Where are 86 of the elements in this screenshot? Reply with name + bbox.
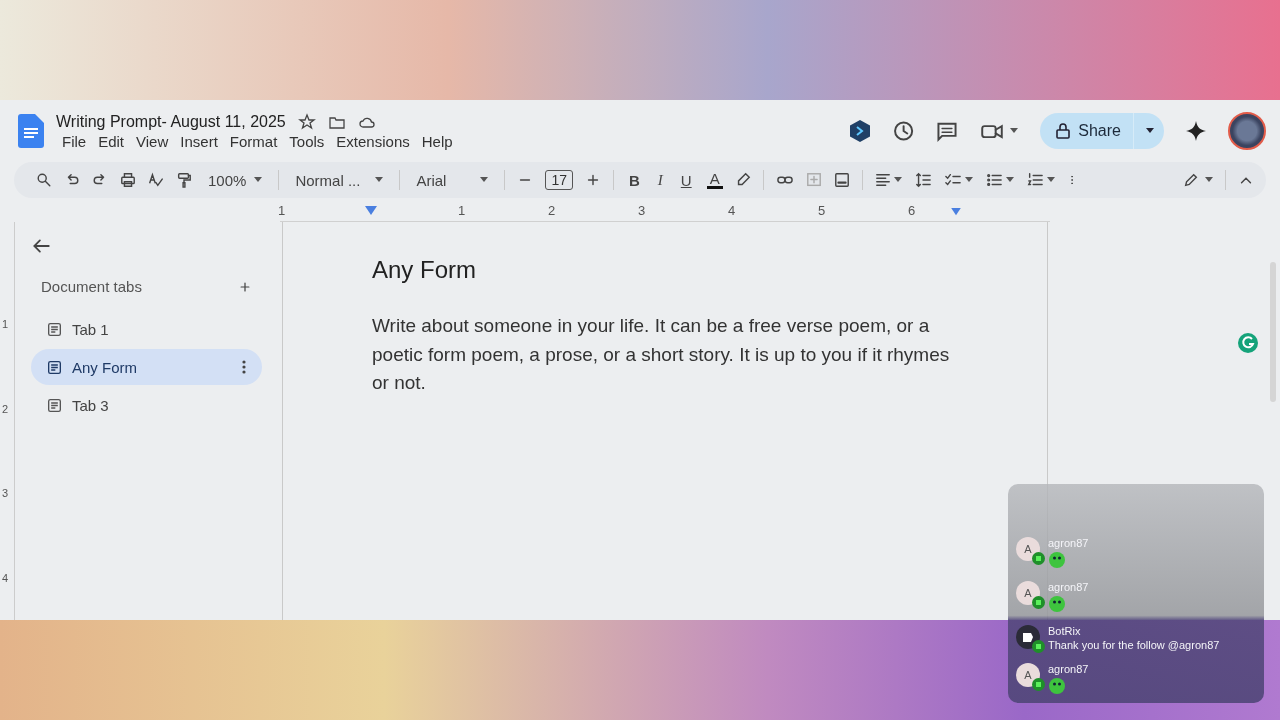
history-icon[interactable] <box>892 120 915 142</box>
badge-icon <box>1032 640 1045 653</box>
caret-icon[interactable] <box>1005 177 1014 183</box>
user-avatar: A <box>1016 581 1040 605</box>
indent-marker-icon[interactable] <box>951 208 961 216</box>
caret-icon[interactable] <box>1205 177 1213 183</box>
share-button[interactable]: Share <box>1040 113 1164 149</box>
menu-item[interactable]: File <box>56 132 93 150</box>
chat-username: BotRix <box>1048 625 1082 637</box>
font-dropdown[interactable]: Arial <box>412 171 493 189</box>
menu-item[interactable]: View <box>130 132 175 150</box>
caret-icon[interactable] <box>1046 177 1055 183</box>
style-dropdown[interactable]: Normal ... <box>291 171 388 189</box>
caret-icon[interactable] <box>1010 128 1019 134</box>
format-button[interactable]: I <box>654 171 666 189</box>
document-heading: Any Form <box>372 256 477 284</box>
print-icon[interactable] <box>120 172 136 188</box>
ruler-number: 2 <box>548 203 556 218</box>
format-button[interactable]: U <box>677 171 695 189</box>
bullet-list-icon[interactable] <box>984 172 1003 188</box>
ruler-number: 4 <box>728 203 736 218</box>
caret-icon[interactable] <box>964 177 973 183</box>
more-icon[interactable] <box>242 360 246 374</box>
document-icon <box>47 359 62 375</box>
menu-item[interactable]: Insert <box>174 132 224 150</box>
line-spacing-icon[interactable] <box>913 172 932 188</box>
menu-item[interactable]: Format <box>223 132 284 150</box>
ruler-number: 2 <box>1 402 10 415</box>
chat-message: Thank you for the follow @agron87 <box>1048 639 1220 651</box>
grammarly-icon[interactable] <box>1237 332 1259 354</box>
user-avatar: A <box>1016 537 1040 561</box>
paint-format-icon[interactable] <box>176 172 192 188</box>
image-icon[interactable] <box>833 172 850 188</box>
user-avatar: A <box>1016 663 1040 687</box>
format-button[interactable]: A <box>706 171 723 189</box>
ruler-number: 1 <box>1 318 10 331</box>
ruler-number: 3 <box>638 203 646 218</box>
ruler-number: 5 <box>818 203 826 218</box>
pencil-icon[interactable] <box>1183 172 1199 188</box>
hexagon-icon[interactable] <box>850 120 871 142</box>
ruler-number: 6 <box>908 203 916 218</box>
chat-username: agron87 <box>1048 663 1089 675</box>
sidebar-heading: Document tabs <box>41 278 142 295</box>
document-tab[interactable]: Tab 3 <box>31 387 262 423</box>
star-icon[interactable] <box>297 112 316 131</box>
caret-icon <box>1146 128 1154 134</box>
user-avatar[interactable] <box>1228 112 1266 150</box>
ruler-number: 3 <box>1 487 10 500</box>
badge-icon <box>1032 596 1045 609</box>
docs-logo-icon[interactable] <box>18 114 44 148</box>
emote-icon <box>1048 677 1066 695</box>
search-icon[interactable] <box>36 172 52 188</box>
format-button[interactable]: B <box>625 171 643 189</box>
checklist-icon[interactable] <box>943 172 962 188</box>
emote-icon <box>1048 551 1066 569</box>
indent-marker-icon[interactable] <box>365 206 377 216</box>
badge-icon <box>1032 678 1045 691</box>
badge-icon <box>1032 552 1045 565</box>
menu-item[interactable]: Help <box>415 132 459 150</box>
numbered-list-icon[interactable] <box>1025 172 1044 188</box>
document-paragraph: Write about someone in your life. It can be a free verse poem, or a poetic form poem, a prose, or a short story. It is up to you if it rhymes or not. <box>372 314 951 395</box>
document-title[interactable]: Writing Prompt- August 11, 2025 <box>56 112 286 131</box>
caret-icon[interactable] <box>893 177 902 183</box>
spellcheck-icon[interactable] <box>148 172 164 188</box>
caret-icon[interactable] <box>254 177 263 183</box>
comment-icon[interactable] <box>936 120 959 142</box>
zoom-dropdown[interactable]: 100% <box>204 171 267 189</box>
chat-username: agron87 <box>1048 581 1089 593</box>
font-size-field[interactable]: 17 <box>545 170 573 190</box>
lock-icon <box>1056 123 1071 139</box>
caret-icon[interactable] <box>375 177 384 183</box>
menu-item[interactable]: Extensions <box>330 132 416 150</box>
menu-item[interactable]: Tools <box>283 132 331 150</box>
caret-icon[interactable] <box>480 177 489 183</box>
emote-icon <box>1048 595 1066 613</box>
document-tab[interactable]: Any Form <box>31 349 262 385</box>
document-icon <box>47 321 62 337</box>
ruler-number: 1 <box>458 203 466 218</box>
document-icon <box>47 397 62 413</box>
chat-username: agron87 <box>1048 537 1089 549</box>
document-tab[interactable]: Tab 1 <box>31 311 262 347</box>
menu-item[interactable]: Edit <box>92 132 131 150</box>
ruler-number: 4 <box>1 571 10 584</box>
sparkle-icon[interactable] <box>1186 121 1206 141</box>
ruler-number: 1 <box>278 203 286 218</box>
align-left-icon[interactable] <box>874 172 891 188</box>
